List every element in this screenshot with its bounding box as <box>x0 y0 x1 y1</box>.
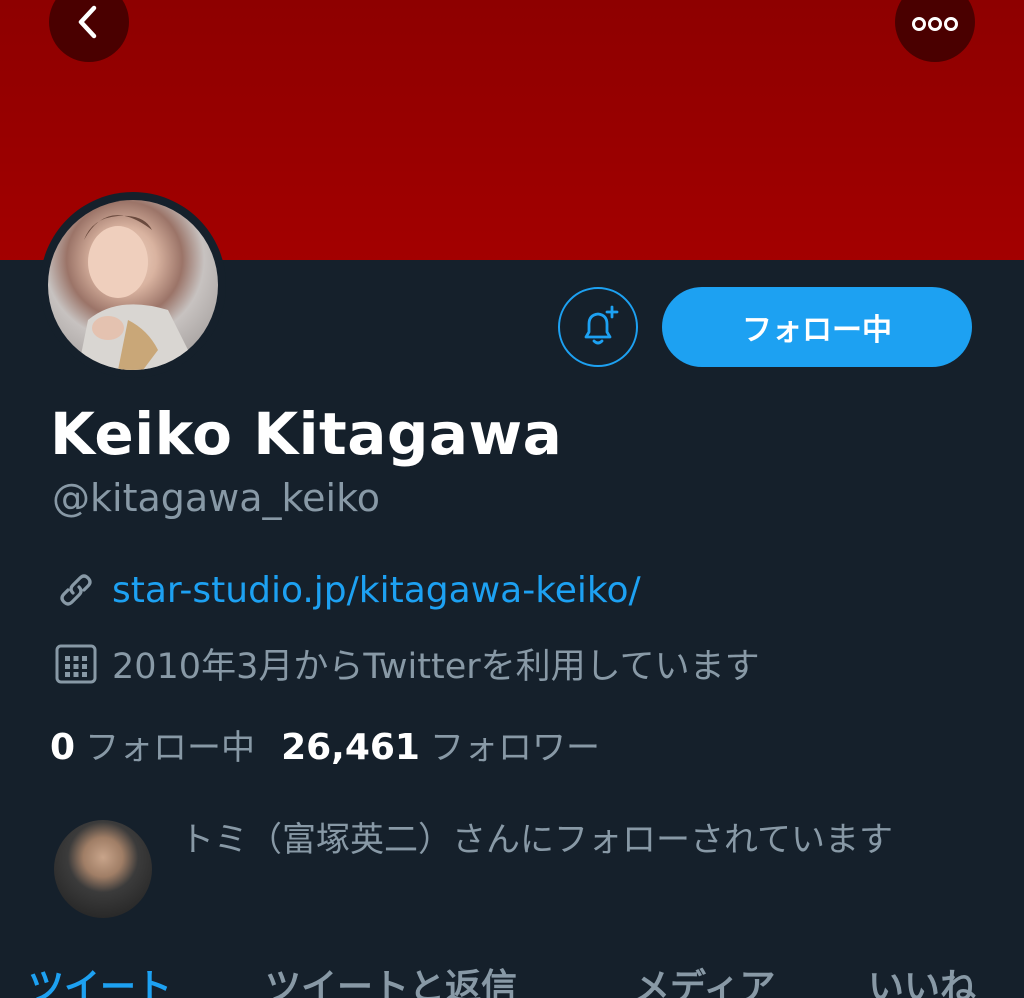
tab-media[interactable]: メディア <box>634 958 775 998</box>
profile-avatar[interactable] <box>40 192 226 378</box>
followers-stat[interactable]: 26,461 フォロワー <box>281 720 600 769</box>
link-icon <box>52 566 100 614</box>
profile-website-link[interactable]: star-studio.jp/kitagawa-keiko/ <box>112 570 641 611</box>
following-label: フォロー中 <box>85 728 256 768</box>
profile-website-row: star-studio.jp/kitagawa-keiko/ <box>52 566 641 614</box>
chevron-left-icon <box>78 5 97 39</box>
followers-label: フォロワー <box>429 728 600 768</box>
more-dots-icon <box>912 17 958 31</box>
following-count: 0 <box>50 727 76 768</box>
tab-tweets[interactable]: ツイート <box>28 958 172 998</box>
join-date-text: 2010年3月からTwitterを利用しています <box>112 647 760 687</box>
tab-tweets-and-replies[interactable]: ツイートと返信 <box>265 958 517 998</box>
notifications-bell-button[interactable] <box>558 287 638 367</box>
display-name: Keiko Kitagawa <box>50 400 563 468</box>
tab-likes[interactable]: いいね <box>868 958 976 998</box>
followed-by-text: トミ（富塚英二）さんにフォローされています <box>180 820 893 860</box>
follow-stats: 0 フォロー中 26,461 フォロワー <box>50 720 626 769</box>
avatar-image <box>48 200 218 370</box>
username-handle: @kitagawa_keiko <box>52 476 381 520</box>
profile-tabs: ツイート ツイートと返信 メディア いいね <box>0 958 1024 998</box>
following-button[interactable]: フォロー中 <box>662 287 972 367</box>
bell-plus-icon <box>584 305 619 345</box>
followers-count: 26,461 <box>281 727 420 768</box>
following-stat[interactable]: 0 フォロー中 <box>50 720 255 769</box>
calendar-icon <box>52 640 100 688</box>
join-date-row: 2010年3月からTwitterを利用しています <box>52 638 760 689</box>
follower-avatar[interactable] <box>54 820 152 918</box>
